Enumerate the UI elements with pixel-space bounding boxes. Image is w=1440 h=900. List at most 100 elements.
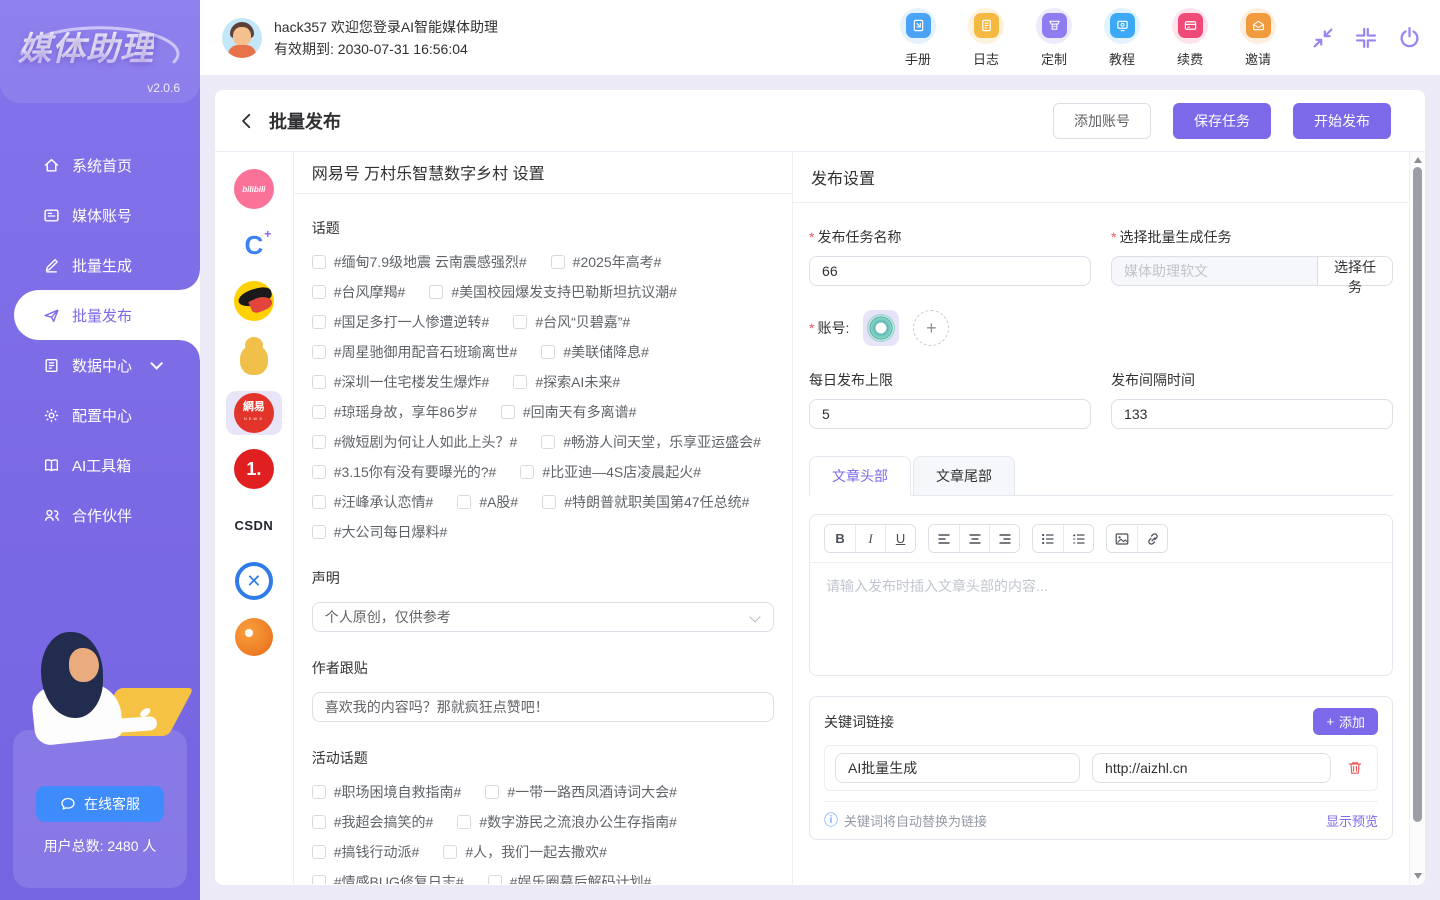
platform-orange-bird-icon[interactable] (226, 615, 282, 659)
online-service-button[interactable]: 在线客服 (36, 786, 164, 822)
topic-checkbox-item[interactable]: #探索AI未来# (513, 372, 620, 392)
keyword-add-button[interactable]: + 添加 (1313, 708, 1378, 735)
topic-checkbox-item[interactable]: #情感BUG修复日志# (312, 872, 464, 884)
power-icon[interactable] (1396, 25, 1422, 51)
interval-input[interactable] (1111, 399, 1393, 429)
align-left-icon[interactable] (929, 525, 959, 552)
user-avatar[interactable] (222, 18, 262, 58)
sidebar-item-home[interactable]: 系统首页 (0, 140, 200, 190)
checkbox[interactable] (312, 285, 326, 299)
checkbox[interactable] (312, 845, 326, 859)
keyword-input[interactable] (835, 753, 1080, 783)
manual-button[interactable]: 手册 (892, 8, 944, 68)
platform-blue-circle-icon[interactable]: ✕ (226, 559, 282, 603)
checkbox[interactable] (312, 255, 326, 269)
tab-article-header[interactable]: 文章头部 (809, 456, 911, 496)
checkbox[interactable] (542, 495, 556, 509)
scroll-up-arrow[interactable] (1414, 157, 1422, 163)
topic-checkbox-item[interactable]: #人，我们一起去撒欢# (443, 842, 607, 862)
add-account-button[interactable]: 添加账号 (1053, 103, 1151, 139)
editor-content[interactable]: 请输入发布时插入文章头部的内容... (810, 563, 1392, 675)
insert-link-icon[interactable] (1137, 525, 1167, 552)
log-button[interactable]: 日志 (960, 8, 1012, 68)
checkbox[interactable] (488, 875, 502, 884)
tab-article-footer[interactable]: 文章尾部 (913, 456, 1015, 496)
bold-icon[interactable]: B (825, 525, 855, 552)
checkbox[interactable] (312, 315, 326, 329)
topic-checkbox-item[interactable]: #畅游人间天堂，乐享亚运盛会# (541, 432, 761, 452)
checkbox[interactable] (312, 405, 326, 419)
checkbox[interactable] (457, 495, 471, 509)
show-preview-link[interactable]: 显示预览 (1326, 811, 1378, 830)
topic-checkbox-item[interactable]: #琼瑶身故，享年86岁# (312, 402, 477, 422)
topic-checkbox-item[interactable]: #微短剧为何让人如此上头？# (312, 432, 518, 452)
topic-checkbox-item[interactable]: #2025年高考# (551, 252, 662, 272)
compress-window-icon[interactable] (1353, 25, 1379, 51)
bullet-list-icon[interactable] (1033, 525, 1063, 552)
topic-checkbox-item[interactable]: #大公司每日爆料# (312, 522, 448, 542)
select-task-button[interactable]: 选择任务 (1317, 256, 1393, 286)
topic-checkbox-item[interactable]: #娱乐圈幕后解码计划# (488, 872, 652, 884)
topic-checkbox-item[interactable]: #搞钱行动派# (312, 842, 420, 862)
sidebar-item-batch-publish[interactable]: 批量发布 (14, 290, 200, 340)
topic-checkbox-item[interactable]: #A股# (457, 492, 518, 512)
checkbox[interactable] (541, 345, 555, 359)
save-task-button[interactable]: 保存任务 (1173, 103, 1271, 139)
platform-c-creator-icon[interactable]: C (226, 223, 282, 267)
customize-button[interactable]: 定制 (1028, 8, 1080, 68)
checkbox[interactable] (513, 375, 527, 389)
topic-checkbox-item[interactable]: #特朗普就职美国第47任总统# (542, 492, 749, 512)
tutorial-button[interactable]: 教程 (1096, 8, 1148, 68)
sidebar-item-batch-generate[interactable]: 批量生成 (0, 240, 200, 290)
topic-checkbox-item[interactable]: #美国校园爆发支持巴勒斯坦抗议潮# (429, 282, 677, 302)
underline-icon[interactable]: U (885, 525, 915, 552)
delete-keyword-icon[interactable] (1343, 756, 1367, 780)
task-name-input[interactable] (809, 256, 1091, 286)
platform-netease-icon[interactable]: 網易NEWS (226, 391, 282, 435)
sidebar-item-media-accounts[interactable]: 媒体账号 (0, 190, 200, 240)
checkbox[interactable] (551, 255, 565, 269)
topic-checkbox-item[interactable]: #职场困境自救指南# (312, 782, 462, 802)
add-account-plus-button[interactable]: + (913, 310, 949, 346)
scroll-down-arrow[interactable] (1414, 873, 1422, 879)
checkbox[interactable] (513, 315, 527, 329)
insert-image-icon[interactable] (1107, 525, 1137, 552)
platform-qq-penguin-icon[interactable] (226, 335, 282, 379)
checkbox[interactable] (457, 815, 471, 829)
checkbox[interactable] (312, 785, 326, 799)
platform-csdn-icon[interactable]: CSDN (226, 503, 282, 547)
checkbox[interactable] (312, 345, 326, 359)
sidebar-item-data-center[interactable]: 数据中心 (0, 340, 200, 390)
topic-checkbox-item[interactable]: #回南天有多离谱# (501, 402, 637, 422)
sidebar-item-config-center[interactable]: 配置中心 (0, 390, 200, 440)
align-center-icon[interactable] (959, 525, 989, 552)
author-reply-input[interactable] (312, 692, 774, 722)
checkbox[interactable] (520, 465, 534, 479)
topic-checkbox-item[interactable]: #美联储降息# (541, 342, 649, 362)
topic-checkbox-item[interactable]: #3.15你有没有要曝光的?# (312, 462, 497, 482)
account-avatar[interactable] (863, 310, 899, 346)
topic-checkbox-item[interactable]: #数字游民之流浪办公生存指南# (457, 812, 677, 832)
platform-bilibili-icon[interactable]: bilibili (226, 167, 282, 211)
topic-checkbox-item[interactable]: #汪峰承认恋情# (312, 492, 434, 512)
checkbox[interactable] (485, 785, 499, 799)
invite-button[interactable]: 邀请 (1232, 8, 1284, 68)
topic-checkbox-item[interactable]: #深圳一住宅楼发生爆炸# (312, 372, 490, 392)
daily-limit-input[interactable] (809, 399, 1091, 429)
topic-checkbox-item[interactable]: #台风摩羯# (312, 282, 406, 302)
platform-yidianzixun-icon[interactable]: 1. (226, 447, 282, 491)
renew-button[interactable]: 续费 (1164, 8, 1216, 68)
sidebar-item-ai-toolbox[interactable]: AI工具箱 (0, 440, 200, 490)
ordered-list-icon[interactable] (1063, 525, 1093, 552)
platform-sohu-icon[interactable] (226, 279, 282, 323)
align-right-icon[interactable] (989, 525, 1019, 552)
checkbox[interactable] (312, 375, 326, 389)
checkbox[interactable] (312, 875, 326, 884)
checkbox[interactable] (312, 435, 326, 449)
vertical-scrollbar[interactable] (1409, 152, 1425, 884)
italic-icon[interactable]: I (855, 525, 885, 552)
topic-checkbox-item[interactable]: #缅甸7.9级地震 云南震感强烈# (312, 252, 527, 272)
checkbox[interactable] (312, 525, 326, 539)
scrollbar-thumb[interactable] (1413, 167, 1422, 822)
checkbox[interactable] (312, 495, 326, 509)
